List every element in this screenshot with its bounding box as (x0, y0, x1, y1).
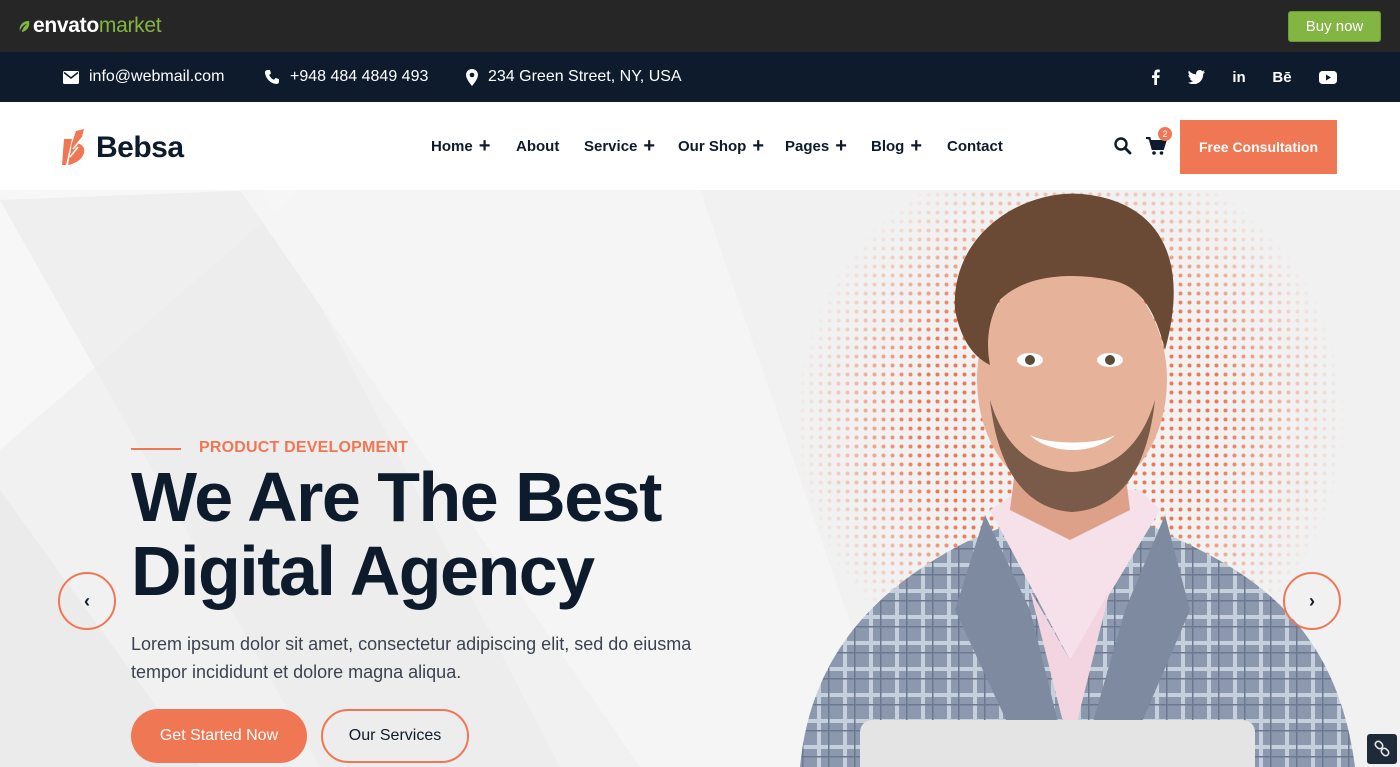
plus-icon: + (643, 135, 656, 157)
phone-icon (265, 70, 279, 84)
hero-title-line-1: We Are The Best (131, 458, 662, 536)
chevron-right-icon: › (1309, 590, 1315, 611)
hero-person-image (795, 190, 1355, 767)
nav-home[interactable]: Home + (431, 102, 490, 190)
address-link[interactable]: 234 Green Street, NY, USA (466, 52, 682, 102)
contact-info-bar: info@webmail.com +948 484 4849 493 234 G… (0, 52, 1400, 102)
free-consultation-button[interactable]: Free Consultation (1180, 120, 1337, 174)
our-services-button[interactable]: Our Services (321, 709, 469, 763)
link-chain-icon[interactable] (1367, 734, 1397, 764)
nav-about-label: About (516, 137, 560, 155)
plus-icon: + (752, 135, 765, 157)
nav-service[interactable]: Service + (584, 102, 655, 190)
brand-name: Bebsa (96, 131, 184, 164)
plus-icon: + (910, 135, 923, 157)
map-marker-icon (466, 68, 478, 86)
envato-market-logo[interactable]: envato market (18, 14, 162, 38)
nav-blog[interactable]: Blog + (871, 102, 922, 190)
rocket-logo-icon (62, 129, 85, 165)
youtube-icon[interactable] (1316, 52, 1340, 102)
kicker-line (131, 448, 181, 450)
nav-our-shop-label: Our Shop (678, 137, 747, 155)
get-started-button[interactable]: Get Started Now (131, 709, 307, 763)
site-logo[interactable]: Bebsa (62, 128, 184, 168)
main-header: Bebsa Home + About Service + Our Shop + Pag… (0, 102, 1400, 190)
plus-icon: + (478, 135, 491, 157)
linkedin-icon[interactable]: in (1227, 52, 1251, 102)
search-icon[interactable] (1113, 136, 1133, 156)
phone-text: +948 484 4849 493 (290, 68, 429, 85)
plus-icon: + (835, 135, 847, 157)
envelope-icon (63, 70, 79, 84)
nav-blog-label: Blog (871, 137, 905, 155)
hero-title-line-2: Digital Agency (131, 532, 595, 610)
chevron-left-icon: ‹ (84, 590, 90, 611)
envato-logo-text: envato (33, 14, 99, 37)
nav-contact-label: Contact (947, 137, 1003, 155)
address-text: 234 Green Street, NY, USA (488, 68, 682, 85)
nav-contact[interactable]: Contact (947, 102, 1003, 190)
email-text: info@webmail.com (89, 68, 225, 85)
nav-pages-label: Pages (785, 137, 830, 155)
facebook-icon[interactable] (1143, 52, 1167, 102)
nav-service-label: Service (584, 137, 638, 155)
nav-pages[interactable]: Pages + (785, 102, 847, 190)
hero-title: We Are The Best Digital Agency (131, 460, 751, 608)
market-logo-text: market (98, 14, 162, 37)
envato-leaf-icon (19, 20, 30, 32)
slider-prev-button[interactable]: ‹ (58, 572, 116, 630)
hero-slider: PRODUCT DEVELOPMENT We Are The Best Digi… (0, 190, 1400, 767)
cart-count-badge: 2 (1158, 127, 1172, 141)
twitter-icon[interactable] (1184, 52, 1208, 102)
envato-market-bar: envato market Buy now (0, 0, 1400, 52)
nav-about[interactable]: About (516, 102, 559, 190)
slider-next-button[interactable]: › (1283, 572, 1341, 630)
behance-icon[interactable]: Bē (1270, 52, 1294, 102)
phone-link[interactable]: +948 484 4849 493 (264, 52, 428, 102)
email-link[interactable]: info@webmail.com (63, 52, 224, 102)
hero-description: Lorem ipsum dolor sit amet, consectetur … (131, 634, 692, 682)
hero-kicker: PRODUCT DEVELOPMENT (199, 439, 409, 456)
nav-home-label: Home (431, 137, 473, 155)
buy-now-button[interactable]: Buy now (1288, 11, 1381, 42)
nav-our-shop[interactable]: Our Shop + (678, 102, 764, 190)
